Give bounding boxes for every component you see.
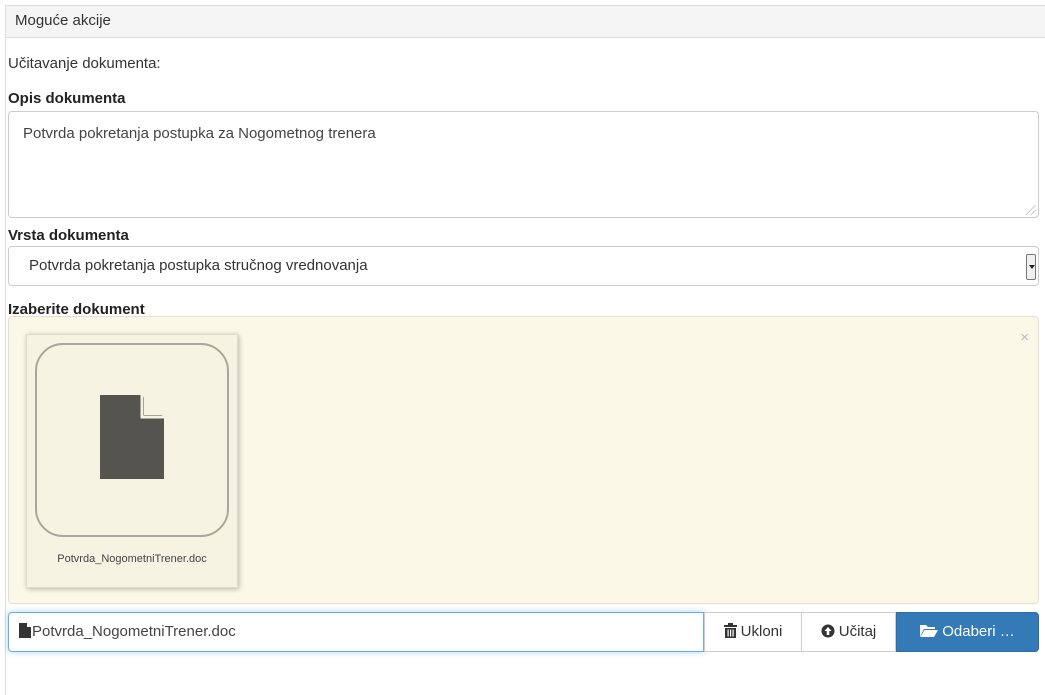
file-caption-text: Potvrda_NogometniTrener.doc bbox=[32, 623, 236, 640]
file-caption-field[interactable]: Potvrda_NogometniTrener.doc bbox=[8, 612, 704, 652]
description-textarea[interactable]: Potvrda pokretanja postupka za Nogometno… bbox=[8, 111, 1039, 218]
description-value: Potvrda pokretanja postupka za Nogometno… bbox=[23, 125, 376, 142]
upload-button[interactable]: Učitaj bbox=[801, 612, 896, 652]
thumbnail-frame bbox=[35, 343, 229, 537]
file-icon bbox=[100, 395, 164, 479]
loading-label: Učitavanje dokumenta: bbox=[8, 55, 161, 72]
remove-label: Ukloni bbox=[740, 623, 783, 640]
file-preview-zone: × Potvrda_NogometniTrener.doc bbox=[8, 316, 1039, 604]
doc-type-label: Vrsta dokumenta bbox=[8, 227, 129, 244]
upload-label: Učitaj bbox=[838, 623, 877, 640]
doc-type-selected: Potvrda pokretanja postupka stručnog vre… bbox=[29, 257, 368, 274]
thumbnail-filename: Potvrda_NogometniTrener.doc bbox=[57, 553, 207, 565]
close-icon[interactable]: × bbox=[1020, 329, 1029, 346]
trash-icon bbox=[723, 623, 737, 638]
upload-circle-icon bbox=[821, 624, 835, 638]
file-icon bbox=[19, 623, 31, 638]
browse-button[interactable]: Odaberi … bbox=[896, 612, 1039, 652]
file-input-group: Potvrda_NogometniTrener.doc Ukloni Učita… bbox=[8, 612, 1039, 652]
resize-grip-icon[interactable] bbox=[1026, 205, 1036, 215]
chevron-down-icon[interactable] bbox=[1026, 254, 1036, 280]
description-label: Opis dokumenta bbox=[8, 90, 126, 107]
browse-label: Odaberi … bbox=[942, 623, 1015, 640]
doc-type-select[interactable]: Potvrda pokretanja postupka stručnog vre… bbox=[8, 246, 1039, 286]
panel-heading: Moguće akcije bbox=[6, 6, 1045, 38]
folder-open-icon bbox=[920, 625, 939, 637]
remove-button[interactable]: Ukloni bbox=[704, 612, 802, 652]
file-thumbnail: Potvrda_NogometniTrener.doc bbox=[26, 334, 238, 588]
